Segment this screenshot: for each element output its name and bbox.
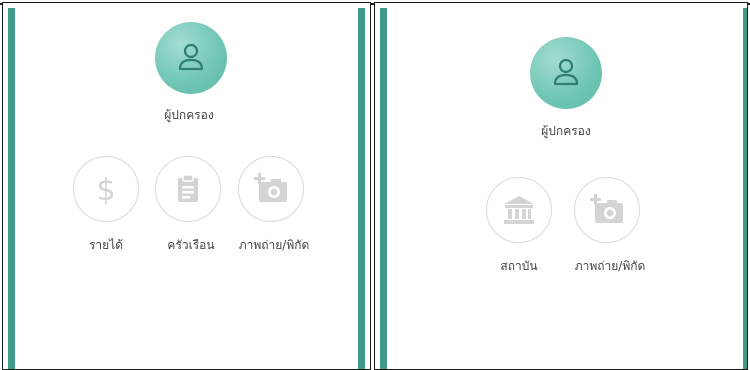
bank-icon [504,196,534,224]
income-label: รายได้ [88,238,124,252]
add-photo-icon [590,194,623,223]
household-label: ครัวเรือน [167,238,215,252]
photo-location-button[interactable] [238,156,304,222]
person-icon [178,43,204,71]
left-accent-bar [380,8,387,369]
institution-label: สถาบัน [500,259,538,273]
person-icon [553,58,579,86]
add-photo-icon [254,173,287,202]
svg-text:$: $ [96,173,115,206]
clipboard-icon [178,174,198,202]
institution-button[interactable] [486,177,552,243]
household-button[interactable] [155,156,221,222]
right-accent-bar [358,8,365,369]
right-accent-bar [743,8,747,369]
photo-location-button[interactable] [574,177,640,243]
dollar-icon: $ [96,173,115,206]
left-accent-bar [8,8,15,369]
right-panel: ผู้ปกครอง สถาบัน ภาพถ่าย/พิกัด [374,2,748,370]
guardian-avatar-button[interactable] [530,37,602,109]
photo-location-label: ภาพถ่าย/พิกัด [238,238,310,252]
guardian-label: ผู้ปกครอง [541,124,591,138]
guardian-label: ผู้ปกครอง [164,108,214,122]
left-panel: ผู้ปกครอง $ รายได้ ครัวเรือน ภาพถ่าย/พิก… [2,2,371,370]
income-button[interactable]: $ [73,156,139,222]
photo-location-label: ภาพถ่าย/พิกัด [574,259,646,273]
guardian-avatar-button[interactable] [155,22,227,94]
